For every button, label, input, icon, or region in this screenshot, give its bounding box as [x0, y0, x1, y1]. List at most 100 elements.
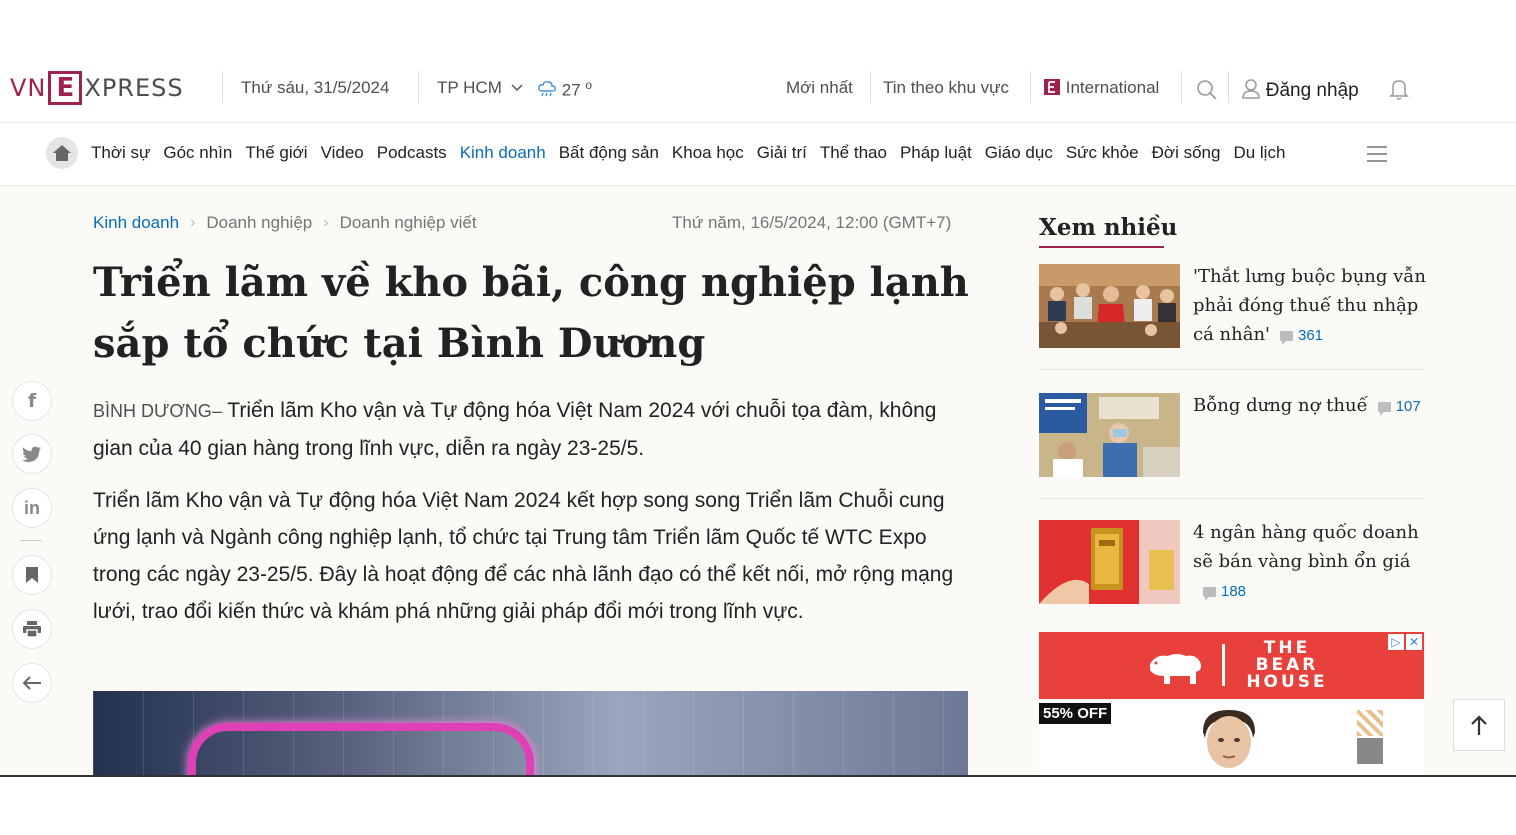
- item-title[interactable]: Bỗng dưng nợ thuế 107: [1193, 391, 1429, 421]
- nav-item[interactable]: Giáo dục: [985, 143, 1053, 163]
- thumbnail-image[interactable]: [1039, 393, 1180, 477]
- comment-number: 188: [1221, 583, 1247, 600]
- article-title: Triển lãm về kho bãi, công nghiệp lạnh s…: [93, 259, 969, 367]
- twitter-share-button[interactable]: [12, 434, 52, 474]
- facebook-share-button[interactable]: f: [12, 381, 52, 421]
- item-title[interactable]: 'Thắt lưng buộc bụng vẫn phải đóng thuế …: [1193, 262, 1429, 350]
- comment-count[interactable]: 188: [1203, 583, 1247, 601]
- comment-count[interactable]: 107: [1377, 398, 1421, 416]
- linkedin-icon: in: [24, 497, 40, 518]
- hamburger-menu-icon[interactable]: [1366, 145, 1388, 163]
- article-date: Thứ năm, 16/5/2024, 12:00 (GMT+7): [672, 213, 952, 232]
- ad-choices-icon[interactable]: ▷: [1388, 634, 1404, 650]
- search-icon[interactable]: [1196, 79, 1218, 101]
- linkedin-share-button[interactable]: in: [12, 488, 52, 528]
- current-date: Thứ sáu, 31/5/2024: [241, 78, 390, 97]
- article-lead: BÌNH DƯƠNG– Triển lãm Kho vận và Tự động…: [93, 392, 973, 467]
- city-label: TP HCM: [437, 78, 502, 97]
- chevron-down-icon: [511, 84, 523, 92]
- breadcrumb: Kinh doanh › Doanh nghiệp › Doanh nghiệp…: [93, 213, 477, 233]
- chevron-right-icon: ›: [323, 214, 329, 231]
- item-title-text: Bỗng dưng nợ thuế: [1193, 395, 1368, 416]
- scroll-to-top-button[interactable]: [1453, 699, 1505, 751]
- arrow-left-icon: [22, 676, 41, 690]
- article-hero-image[interactable]: [93, 691, 968, 775]
- nav-item[interactable]: Đời sống: [1152, 143, 1221, 163]
- header-divider: [418, 71, 419, 103]
- nav-item[interactable]: Bất động sản: [559, 143, 659, 163]
- user-icon: [1242, 79, 1260, 99]
- logo-text-left: VN: [10, 74, 47, 102]
- parliament-photo: [1039, 264, 1180, 348]
- breadcrumb-item[interactable]: Doanh nghiệp: [206, 213, 312, 233]
- nav-item[interactable]: Sức khỏe: [1066, 143, 1139, 163]
- arrow-up-icon: [1471, 715, 1487, 735]
- bookmark-icon: [26, 567, 38, 583]
- page-bottom-edge: [0, 775, 1516, 835]
- discount-badge: 55% OFF: [1039, 703, 1112, 724]
- nav-item[interactable]: Podcasts: [377, 143, 447, 163]
- breadcrumb-item[interactable]: Doanh nghiệp viết: [340, 213, 477, 233]
- international-link[interactable]: International: [1043, 78, 1159, 98]
- location-separator: –: [211, 401, 222, 421]
- item-divider: [1039, 369, 1424, 370]
- item-title[interactable]: 4 ngân hàng quốc doanh sẽ bán vàng bình …: [1193, 518, 1429, 606]
- logo-e-box: E: [48, 71, 83, 105]
- city-selector[interactable]: TP HCM: [437, 78, 524, 98]
- nav-item[interactable]: Thời sự: [91, 143, 150, 163]
- comment-icon: [1203, 587, 1216, 601]
- main-nav: Thời sự Góc nhìn Thế giới Video Podcasts…: [0, 123, 1516, 186]
- ad-product-thumb[interactable]: [1357, 710, 1383, 736]
- latest-news-link[interactable]: Mới nhất: [786, 78, 853, 98]
- nav-item[interactable]: Khoa học: [672, 143, 744, 163]
- bear-logo-icon: [1150, 654, 1201, 684]
- regional-news-link[interactable]: Tin theo khu vực: [883, 78, 1009, 98]
- thumbnail-image[interactable]: [1039, 520, 1180, 604]
- home-icon: [53, 145, 71, 161]
- content-area: f in Kinh doanh › Doanh nghiệp › Doanh n…: [0, 186, 1516, 775]
- comment-number: 107: [1395, 398, 1421, 415]
- bookmark-button[interactable]: [12, 555, 52, 595]
- advertisement[interactable]: THE BEAR HOUSE ▷ ✕ 55% OFF: [1039, 632, 1424, 775]
- title-underline: [1039, 246, 1164, 248]
- home-button[interactable]: [46, 137, 78, 169]
- comment-number: 361: [1298, 327, 1324, 344]
- item-divider: [1039, 498, 1424, 499]
- ad-brand-name: THE BEAR HOUSE: [1242, 640, 1332, 691]
- weather: 27 o: [537, 78, 592, 101]
- temperature-value: 27: [561, 80, 581, 100]
- nav-item[interactable]: Giải trí: [757, 143, 807, 163]
- close-icon[interactable]: ✕: [1406, 634, 1422, 650]
- ad-model-photo: [1203, 710, 1255, 768]
- vnexpress-logo[interactable]: VN E XPRESS: [10, 70, 184, 106]
- breadcrumb-item[interactable]: Kinh doanh: [93, 213, 179, 233]
- article-location: BÌNH DƯƠNG: [93, 401, 212, 421]
- comment-icon: [1377, 402, 1391, 416]
- nav-item[interactable]: Pháp luật: [900, 143, 972, 163]
- ad-controls: ▷ ✕: [1388, 634, 1422, 650]
- facebook-icon: f: [27, 390, 37, 412]
- ad-divider-bar: [1222, 644, 1225, 686]
- back-button[interactable]: [12, 663, 52, 703]
- header-divider: [1030, 71, 1031, 103]
- temperature-unit: o: [585, 78, 593, 92]
- ad-brand-line: HOUSE: [1246, 672, 1328, 692]
- e-badge-icon: [1044, 79, 1060, 95]
- nav-item[interactable]: Du lịch: [1233, 143, 1285, 163]
- gold-bar-photo: [1039, 520, 1180, 604]
- nav-item-active[interactable]: Kinh doanh: [460, 143, 546, 163]
- login-label: Đăng nhập: [1265, 80, 1359, 101]
- bell-icon[interactable]: [1388, 77, 1410, 101]
- nav-item[interactable]: Góc nhìn: [163, 143, 232, 163]
- ad-product-thumb[interactable]: [1357, 738, 1383, 764]
- print-button[interactable]: [12, 609, 52, 649]
- tax-office-photo: [1039, 393, 1180, 477]
- comment-count[interactable]: 361: [1280, 327, 1324, 345]
- thumbnail-image[interactable]: [1039, 264, 1180, 348]
- nav-item[interactable]: Thế giới: [245, 143, 307, 163]
- nav-item[interactable]: Thể thao: [820, 143, 887, 163]
- nav-item[interactable]: Video: [321, 143, 364, 163]
- login-button[interactable]: Đăng nhập: [1241, 78, 1359, 102]
- twitter-icon: [22, 446, 41, 462]
- header-divider: [222, 71, 223, 103]
